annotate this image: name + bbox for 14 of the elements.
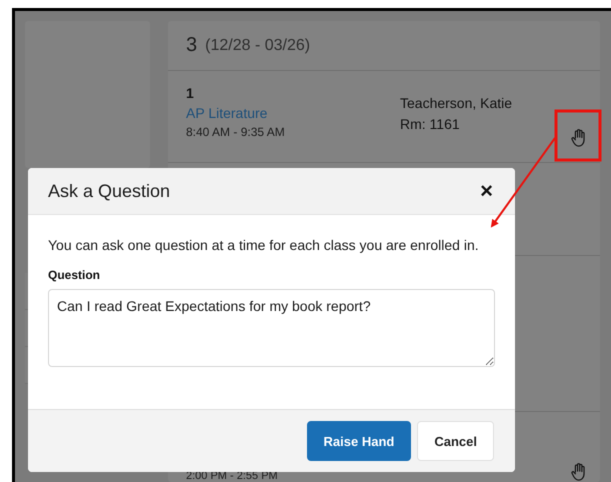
period-number: 1	[186, 85, 195, 101]
room-number: Rm: 1161	[400, 116, 461, 132]
close-button[interactable]: ×	[478, 178, 495, 204]
teacher-name: Teacherson, Katie	[400, 95, 514, 111]
dialog-message: You can ask one question at a time for each class you are enrolled in.	[48, 237, 480, 253]
cancel-button[interactable]: Cancel	[417, 421, 494, 461]
highlight-box	[554, 110, 602, 162]
raise-hand-button[interactable]: Raise Hand	[306, 421, 412, 461]
class-time: 8:40 AM - 9:35 AM	[186, 125, 286, 139]
field-label: Question	[48, 268, 102, 282]
dialog-title: Ask a Question	[48, 180, 170, 202]
question-field[interactable]: Can I read Great Expectations for my book report?	[48, 289, 495, 367]
term-dates: (12/28 - 03/26)	[205, 36, 310, 54]
term-number: 3	[186, 34, 198, 57]
